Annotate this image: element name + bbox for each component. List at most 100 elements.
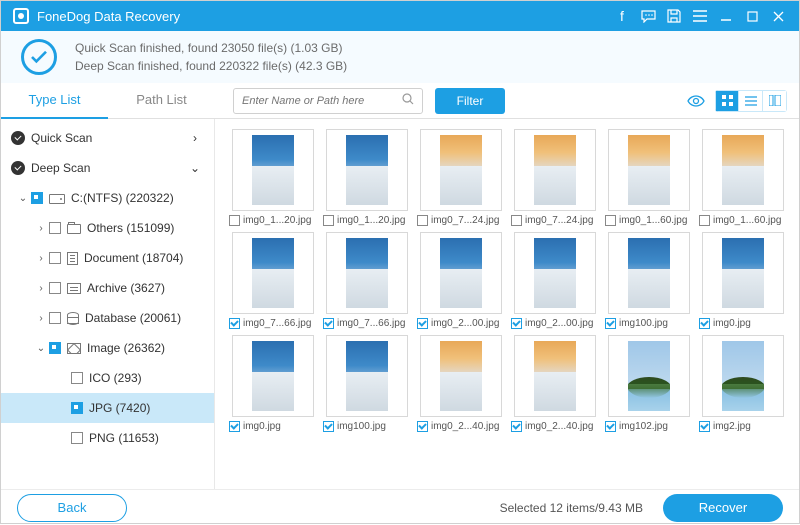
view-detail-button[interactable] bbox=[763, 90, 787, 112]
file-cell[interactable]: img0.jpg bbox=[699, 232, 787, 329]
file-cell[interactable]: img100.jpg bbox=[605, 232, 693, 329]
sidebar-document[interactable]: › Document (18704) bbox=[1, 243, 214, 273]
thumbnail[interactable] bbox=[608, 232, 690, 314]
file-cell[interactable]: img0_2...40.jpg bbox=[511, 335, 599, 432]
file-checkbox[interactable] bbox=[605, 421, 616, 432]
thumbnail[interactable] bbox=[514, 129, 596, 211]
file-checkbox[interactable] bbox=[417, 318, 428, 329]
thumbnail[interactable] bbox=[420, 232, 502, 314]
sidebar-png[interactable]: PNG (11653) bbox=[1, 423, 214, 453]
file-cell[interactable]: img102.jpg bbox=[605, 335, 693, 432]
checkbox[interactable] bbox=[31, 192, 43, 204]
sidebar-others[interactable]: › Others (151099) bbox=[1, 213, 214, 243]
chevron-right-icon: › bbox=[188, 131, 202, 145]
sidebar-drive[interactable]: ⌄ C:(NTFS) (220322) bbox=[1, 183, 214, 213]
view-list-button[interactable] bbox=[739, 90, 763, 112]
file-checkbox[interactable] bbox=[511, 215, 522, 226]
thumbnail[interactable] bbox=[326, 232, 408, 314]
file-name: img0_1...60.jpg bbox=[619, 215, 687, 226]
file-checkbox[interactable] bbox=[229, 215, 240, 226]
tab-type-list[interactable]: Type List bbox=[1, 83, 108, 119]
chevron-right-icon: › bbox=[33, 313, 49, 324]
file-cell[interactable]: img0_7...24.jpg bbox=[417, 129, 505, 226]
checkbox[interactable] bbox=[49, 252, 61, 264]
sidebar-jpg[interactable]: JPG (7420) bbox=[1, 393, 214, 423]
search-input[interactable] bbox=[242, 95, 402, 107]
menu-icon[interactable] bbox=[687, 3, 713, 29]
file-cell[interactable]: img0_7...66.jpg bbox=[323, 232, 411, 329]
sidebar-image[interactable]: ⌄ Image (26362) bbox=[1, 333, 214, 363]
thumbnail[interactable] bbox=[420, 335, 502, 417]
bullet-icon bbox=[11, 131, 25, 145]
file-cell[interactable]: img0.jpg bbox=[229, 335, 317, 432]
checkbox[interactable] bbox=[49, 312, 61, 324]
preview-icon[interactable] bbox=[685, 90, 707, 112]
checkbox[interactable] bbox=[49, 342, 61, 354]
file-checkbox[interactable] bbox=[511, 318, 522, 329]
checkbox[interactable] bbox=[49, 282, 61, 294]
checkbox[interactable] bbox=[71, 402, 83, 414]
file-checkbox[interactable] bbox=[229, 318, 240, 329]
file-checkbox[interactable] bbox=[605, 215, 616, 226]
file-cell[interactable]: img0_1...20.jpg bbox=[229, 129, 317, 226]
back-button[interactable]: Back bbox=[17, 494, 127, 522]
file-cell[interactable]: img0_1...60.jpg bbox=[605, 129, 693, 226]
file-cell[interactable]: img0_1...60.jpg bbox=[699, 129, 787, 226]
checkbox[interactable] bbox=[71, 432, 83, 444]
file-checkbox[interactable] bbox=[511, 421, 522, 432]
facebook-icon[interactable]: f bbox=[609, 3, 635, 29]
file-checkbox[interactable] bbox=[323, 215, 334, 226]
thumbnail[interactable] bbox=[702, 129, 784, 211]
drive-icon bbox=[49, 194, 65, 204]
file-checkbox[interactable] bbox=[417, 421, 428, 432]
file-cell[interactable]: img0_2...00.jpg bbox=[511, 232, 599, 329]
minimize-button[interactable] bbox=[713, 3, 739, 29]
thumbnail[interactable] bbox=[232, 129, 314, 211]
thumbnail[interactable] bbox=[608, 335, 690, 417]
file-checkbox[interactable] bbox=[699, 421, 710, 432]
file-checkbox[interactable] bbox=[229, 421, 240, 432]
thumbnail[interactable] bbox=[702, 335, 784, 417]
sidebar-quick-scan[interactable]: Quick Scan › bbox=[1, 123, 214, 153]
file-cell[interactable]: img0_2...00.jpg bbox=[417, 232, 505, 329]
thumbnail[interactable] bbox=[702, 232, 784, 314]
thumbnail[interactable] bbox=[514, 335, 596, 417]
file-cell[interactable]: img100.jpg bbox=[323, 335, 411, 432]
maximize-button[interactable] bbox=[739, 3, 765, 29]
search-icon[interactable] bbox=[402, 93, 414, 108]
thumbnail[interactable] bbox=[326, 129, 408, 211]
file-checkbox[interactable] bbox=[417, 215, 428, 226]
sidebar-archive[interactable]: › Archive (3627) bbox=[1, 273, 214, 303]
view-grid-button[interactable] bbox=[715, 90, 739, 112]
tab-path-list[interactable]: Path List bbox=[108, 83, 215, 119]
thumbnail[interactable] bbox=[514, 232, 596, 314]
sidebar-ico[interactable]: ICO (293) bbox=[1, 363, 214, 393]
thumbnail[interactable] bbox=[608, 129, 690, 211]
close-button[interactable] bbox=[765, 3, 791, 29]
file-checkbox[interactable] bbox=[605, 318, 616, 329]
toolbar: Type List Path List Filter bbox=[1, 83, 799, 119]
thumbnail[interactable] bbox=[420, 129, 502, 211]
file-cell[interactable]: img2.jpg bbox=[699, 335, 787, 432]
file-cell[interactable]: img0_7...66.jpg bbox=[229, 232, 317, 329]
recover-button[interactable]: Recover bbox=[663, 494, 783, 522]
checkbox[interactable] bbox=[49, 222, 61, 234]
feedback-icon[interactable] bbox=[635, 3, 661, 29]
search-box[interactable] bbox=[233, 88, 423, 114]
file-checkbox[interactable] bbox=[323, 421, 334, 432]
sidebar-deep-scan[interactable]: Deep Scan ⌄ bbox=[1, 153, 214, 183]
file-cell[interactable]: img0_1...20.jpg bbox=[323, 129, 411, 226]
file-checkbox[interactable] bbox=[699, 215, 710, 226]
file-cell[interactable]: img0_7...24.jpg bbox=[511, 129, 599, 226]
filter-button[interactable]: Filter bbox=[435, 88, 505, 114]
thumbnail[interactable] bbox=[326, 335, 408, 417]
sidebar-database[interactable]: › Database (20061) bbox=[1, 303, 214, 333]
file-checkbox[interactable] bbox=[699, 318, 710, 329]
checkbox[interactable] bbox=[71, 372, 83, 384]
thumbnail[interactable] bbox=[232, 232, 314, 314]
scan-summary: Quick Scan finished, found 23050 file(s)… bbox=[1, 31, 799, 83]
save-icon[interactable] bbox=[661, 3, 687, 29]
thumbnail[interactable] bbox=[232, 335, 314, 417]
file-checkbox[interactable] bbox=[323, 318, 334, 329]
file-cell[interactable]: img0_2...40.jpg bbox=[417, 335, 505, 432]
